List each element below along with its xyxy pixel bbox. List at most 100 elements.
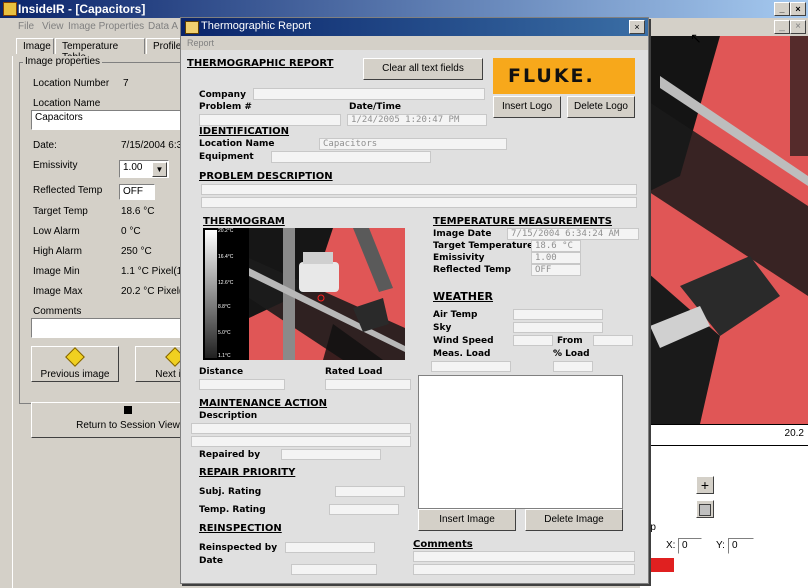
report-icon bbox=[185, 21, 199, 34]
pct-load-field[interactable] bbox=[553, 361, 593, 372]
comments-line-2[interactable] bbox=[413, 564, 635, 575]
chevron-down-icon[interactable]: ▼ bbox=[152, 162, 167, 177]
pct-load-label: % Load bbox=[553, 349, 590, 359]
high-alarm-label: High Alarm bbox=[33, 246, 82, 257]
reinspected-by-label: Reinspected by bbox=[199, 543, 278, 553]
menu-file[interactable]: File bbox=[18, 21, 34, 32]
air-temp-label: Air Temp bbox=[433, 310, 478, 320]
close-window-button[interactable]: × bbox=[790, 2, 806, 16]
arrow-up-icon bbox=[124, 406, 132, 414]
menu-data[interactable]: Data A bbox=[148, 21, 178, 32]
location-name-field[interactable]: Capacitors bbox=[319, 138, 507, 150]
menu-view[interactable]: View bbox=[42, 21, 64, 32]
repaired-by-field[interactable] bbox=[281, 449, 381, 460]
scale-tick-3: 8.8°C bbox=[218, 304, 231, 310]
zoom-in-button[interactable]: + bbox=[696, 476, 714, 494]
datetime-field[interactable]: 1/24/2005 1:20:47 PM bbox=[347, 114, 487, 126]
wind-from-field[interactable] bbox=[593, 335, 633, 346]
comments-heading: Comments bbox=[413, 539, 473, 550]
location-name-label: Location Name bbox=[33, 98, 101, 109]
insert-image-button[interactable]: Insert Image bbox=[418, 509, 516, 531]
previous-image-button[interactable]: Previous image bbox=[31, 346, 119, 382]
reflected-temp-label: Reflected Temp bbox=[33, 185, 103, 196]
reinspection-date-field[interactable] bbox=[291, 564, 377, 575]
thermogram-heading: THERMOGRAM bbox=[203, 216, 285, 227]
x-label: X: bbox=[666, 540, 676, 551]
reflected-temp-field[interactable]: OFF bbox=[119, 184, 155, 200]
equipment-label: Equipment bbox=[199, 152, 254, 162]
subj-rating-field[interactable] bbox=[335, 486, 405, 497]
distance-field[interactable] bbox=[199, 379, 285, 390]
meas-load-field[interactable] bbox=[431, 361, 511, 372]
problem-description-heading: PROBLEM DESCRIPTION bbox=[199, 171, 333, 182]
thermal-image-view[interactable] bbox=[640, 36, 808, 424]
temp-rating-field[interactable] bbox=[329, 504, 399, 515]
maintenance-heading: MAINTENANCE ACTION bbox=[199, 398, 328, 409]
emissivity-label: Emissivity bbox=[33, 160, 78, 171]
clear-all-button[interactable]: Clear all text fields bbox=[363, 58, 483, 80]
y-coordinate-field[interactable]: 0 bbox=[728, 538, 754, 554]
thermographic-report-dialog: Thermographic Report × Report THERMOGRAP… bbox=[180, 17, 649, 584]
minimize-button[interactable]: _ bbox=[774, 2, 790, 16]
mdi-close-button[interactable]: × bbox=[790, 20, 806, 34]
date-label-report: Date bbox=[199, 556, 223, 566]
mdi-minimize-button[interactable]: _ bbox=[774, 20, 790, 34]
date-label: Date: bbox=[33, 140, 57, 151]
reflected-temp-field-report[interactable]: OFF bbox=[531, 264, 581, 276]
scale-max-value: 20.2 bbox=[784, 428, 804, 439]
main-window-title: InsideIR - [Capacitors] bbox=[18, 2, 146, 16]
x-coordinate-field[interactable]: 0 bbox=[678, 538, 702, 554]
emissivity-label-report: Emissivity bbox=[433, 253, 485, 263]
report-image-box[interactable] bbox=[418, 375, 623, 509]
wind-speed-field[interactable] bbox=[513, 335, 553, 346]
scale-tick-5: 1.1°C bbox=[218, 353, 231, 359]
delete-image-button[interactable]: Delete Image bbox=[525, 509, 623, 531]
description-line-1[interactable] bbox=[191, 423, 411, 434]
fit-view-button[interactable] bbox=[696, 500, 714, 518]
location-number-label: Location Number bbox=[33, 78, 110, 89]
fluke-logo: FLUKE. bbox=[493, 58, 635, 94]
low-alarm-value: 0 °C bbox=[121, 226, 141, 237]
emissivity-field-report[interactable]: 1.00 bbox=[531, 252, 581, 264]
lower-right-panel: + mp X: 0 Y: 0 bbox=[640, 470, 808, 588]
equipment-field[interactable] bbox=[271, 151, 431, 163]
delete-logo-button[interactable]: Delete Logo bbox=[567, 96, 635, 118]
scale-bar: 20.2 bbox=[640, 424, 808, 446]
description-line-2[interactable] bbox=[191, 436, 411, 447]
insert-logo-button[interactable]: Insert Logo bbox=[493, 96, 561, 118]
rated-load-field[interactable] bbox=[325, 379, 411, 390]
subj-rating-label: Subj. Rating bbox=[199, 487, 262, 497]
square-icon bbox=[699, 504, 711, 516]
target-temperature-field[interactable]: 18.6 °C bbox=[531, 240, 581, 252]
date-value: 7/15/2004 6:34 bbox=[121, 140, 188, 151]
air-temp-field[interactable] bbox=[513, 309, 603, 320]
menu-report[interactable]: Report bbox=[187, 38, 214, 48]
dialog-close-button[interactable]: × bbox=[629, 20, 645, 34]
thermogram-image[interactable]: 20.2°C 16.4°C 12.6°C 8.8°C 5.0°C 1.1°C bbox=[203, 228, 405, 360]
menu-image-properties[interactable]: Image Properties bbox=[68, 21, 144, 32]
reinspected-by-field[interactable] bbox=[285, 542, 375, 553]
main-title-bar: InsideIR - [Capacitors] _ × bbox=[0, 0, 808, 18]
y-label: Y: bbox=[716, 540, 725, 551]
image-date-field[interactable]: 7/15/2004 6:34:24 AM bbox=[507, 228, 639, 240]
company-field[interactable] bbox=[253, 88, 485, 100]
tab-temperature-table[interactable]: Temperature Table bbox=[55, 38, 145, 63]
target-temperature-label: Target Temperature bbox=[433, 241, 534, 251]
target-temp-value: 18.6 °C bbox=[121, 206, 155, 217]
company-label: Company bbox=[199, 90, 246, 100]
high-alarm-value: 250 °C bbox=[121, 246, 152, 257]
temp-rating-label: Temp. Rating bbox=[199, 505, 266, 515]
reinspection-heading: REINSPECTION bbox=[199, 523, 282, 534]
problem-description-line-2[interactable] bbox=[201, 197, 637, 208]
identification-heading: IDENTIFICATION bbox=[199, 126, 290, 137]
image-min-label: Image Min bbox=[33, 266, 80, 277]
emissivity-select[interactable]: 1.00 ▼ bbox=[119, 160, 169, 178]
comments-line-1[interactable] bbox=[413, 551, 635, 562]
wind-speed-label: Wind Speed bbox=[433, 336, 494, 346]
tab-image[interactable]: Image bbox=[16, 38, 54, 54]
problem-description-line-1[interactable] bbox=[201, 184, 637, 195]
description-label: Description bbox=[199, 411, 258, 421]
location-name-label: Location Name bbox=[199, 139, 275, 149]
sky-field[interactable] bbox=[513, 322, 603, 333]
problem-field[interactable] bbox=[199, 114, 341, 126]
